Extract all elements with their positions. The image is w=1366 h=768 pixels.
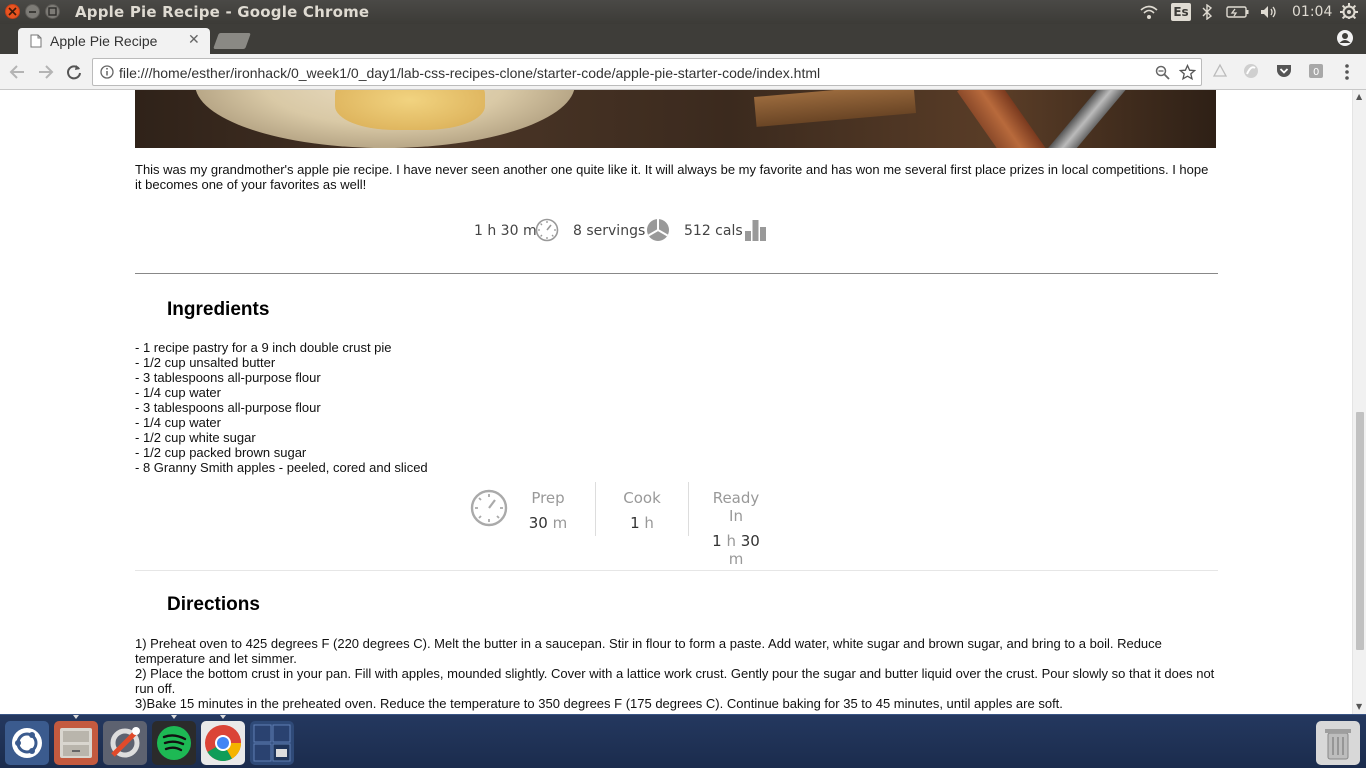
prep-label: Prep	[531, 489, 565, 507]
back-arrow-icon[interactable]	[8, 63, 26, 81]
menu-kebab-icon[interactable]	[1342, 63, 1352, 81]
info-icon[interactable]	[100, 65, 114, 79]
ingredient-item: - 3 tablespoons all-purpose flour	[135, 400, 321, 415]
keyboard-layout-indicator[interactable]: Es	[1171, 3, 1191, 21]
spotify-icon	[157, 726, 191, 760]
svg-text:0: 0	[1313, 67, 1319, 78]
tab-strip: Apple Pie Recipe ✕	[0, 24, 1366, 54]
tab-title: Apple Pie Recipe	[50, 33, 158, 49]
files-app-button[interactable]	[54, 715, 98, 765]
profile-icon[interactable]	[1336, 29, 1354, 47]
ready-hours-unit: h	[726, 532, 736, 550]
window-title: Apple Pie Recipe - Google Chrome	[75, 3, 370, 21]
clock-icon	[535, 218, 559, 242]
cook-label: Cook	[623, 489, 661, 507]
extension-box-icon[interactable]: 0	[1308, 63, 1324, 79]
prep-number: 30	[528, 514, 548, 532]
total-time-stat: 1 h 30 m	[474, 223, 537, 239]
document-icon	[30, 34, 42, 48]
cook-number: 1	[630, 514, 640, 532]
extension-triangle-icon[interactable]	[1212, 63, 1228, 79]
servings-stat: 8 servings	[573, 223, 646, 239]
recipe-intro: This was my grandmother's apple pie reci…	[135, 162, 1209, 192]
ingredients-list: - 1 recipe pastry for a 9 inch double cr…	[135, 340, 428, 475]
new-tab-button[interactable]	[213, 33, 251, 49]
prep-unit: m	[552, 514, 568, 532]
direction-step: 2) Place the bottom crust in your pan. F…	[135, 666, 1215, 696]
window-minimize-button[interactable]	[25, 4, 40, 19]
wifi-icon[interactable]	[1139, 4, 1159, 20]
trash-icon	[1325, 729, 1351, 760]
ingredient-item: - 1/4 cup water	[135, 385, 221, 400]
clock[interactable]: 01:04	[1292, 4, 1332, 20]
chrome-icon	[205, 725, 241, 762]
reload-icon[interactable]	[65, 63, 83, 81]
pie-servings-icon	[647, 219, 669, 241]
directions-list: 1) Preheat oven to 425 degrees F (220 de…	[135, 636, 1215, 711]
section-divider	[135, 570, 1218, 571]
window-titlebar: Apple Pie Recipe - Google Chrome Es 01:0…	[0, 0, 1366, 24]
prep-time: Prep 30 m	[520, 482, 576, 538]
directions-heading: Directions	[167, 594, 260, 615]
window-maximize-button[interactable]	[45, 4, 60, 19]
ready-label: Ready In	[712, 489, 760, 525]
time-divider	[688, 482, 689, 536]
direction-step: 3)Bake 15 minutes in the preheated oven.…	[135, 696, 1063, 711]
tab-close-icon[interactable]: ✕	[188, 32, 200, 48]
scroll-up-arrow-icon[interactable]: ▲	[1356, 92, 1362, 101]
ingredient-item: - 1 recipe pastry for a 9 inch double cr…	[135, 340, 392, 355]
window-close-button[interactable]	[5, 4, 20, 19]
workspace-grid-icon	[253, 724, 291, 762]
settings-tools-icon	[110, 727, 140, 758]
ingredient-item: - 1/2 cup white sugar	[135, 430, 256, 445]
scroll-thumb[interactable]	[1356, 412, 1364, 650]
workspace-switcher-button[interactable]	[250, 721, 294, 765]
cook-unit: h	[644, 514, 654, 532]
cooking-times: Prep 30 m Cook 1 h Ready In 1 h 30 m	[468, 482, 788, 568]
ready-minutes: 30	[740, 532, 760, 550]
volume-icon[interactable]	[1259, 4, 1279, 20]
ingredient-item: - 3 tablespoons all-purpose flour	[135, 370, 321, 385]
url-text[interactable]: file:///home/esther/ironhack/0_week1/0_d…	[119, 65, 820, 81]
ingredient-item: - 1/4 cup water	[135, 415, 221, 430]
browser-tab[interactable]: Apple Pie Recipe ✕	[18, 28, 210, 54]
calories-stat: 512 cals	[684, 223, 743, 239]
pocket-icon[interactable]	[1276, 63, 1292, 79]
trash-button[interactable]	[1316, 721, 1360, 765]
file-cabinet-icon	[60, 728, 92, 758]
settings-gear-icon[interactable]	[1340, 3, 1358, 19]
ingredient-item: - 1/2 cup packed brown sugar	[135, 445, 307, 460]
unity-launcher	[0, 714, 1366, 768]
ingredient-item: - 8 Granny Smith apples - peeled, cored …	[135, 460, 428, 475]
forward-arrow-icon[interactable]	[37, 63, 55, 81]
address-bar[interactable]: file:///home/esther/ironhack/0_week1/0_d…	[92, 58, 1202, 86]
cook-time: Cook 1 h	[616, 482, 668, 538]
spotify-app-button[interactable]	[152, 715, 196, 765]
zoom-icon[interactable]	[1155, 65, 1171, 81]
battery-icon[interactable]	[1226, 4, 1250, 20]
browser-toolbar: file:///home/esther/ironhack/0_week1/0_d…	[0, 54, 1366, 90]
ubuntu-logo-icon	[12, 728, 42, 758]
time-divider	[595, 482, 596, 536]
hero-image	[135, 90, 1216, 148]
recipe-stats: 1 h 30 m 8 servings 512 cals	[0, 218, 1352, 248]
bar-chart-icon	[745, 220, 766, 241]
ubuntu-dash-button[interactable]	[5, 721, 49, 765]
ready-time: Ready In 1 h 30 m	[704, 482, 768, 568]
direction-step: 1) Preheat oven to 425 degrees F (220 de…	[135, 636, 1162, 666]
page-viewport: This was my grandmother's apple pie reci…	[0, 90, 1352, 714]
system-settings-button[interactable]	[103, 721, 147, 765]
vertical-scrollbar[interactable]: ▲ ▼	[1352, 90, 1366, 714]
ready-hours: 1	[712, 532, 722, 550]
scroll-down-arrow-icon[interactable]: ▼	[1356, 702, 1362, 711]
section-divider	[135, 273, 1218, 274]
ingredient-item: - 1/2 cup unsalted butter	[135, 355, 276, 370]
extension-swirl-icon[interactable]	[1242, 62, 1260, 80]
ingredients-heading: Ingredients	[167, 299, 270, 320]
chrome-app-button[interactable]	[201, 715, 245, 765]
bluetooth-icon[interactable]	[1201, 4, 1213, 20]
ready-minutes-unit: m	[728, 550, 744, 568]
bookmark-star-icon[interactable]	[1179, 64, 1196, 81]
timer-clock-icon	[470, 489, 508, 527]
